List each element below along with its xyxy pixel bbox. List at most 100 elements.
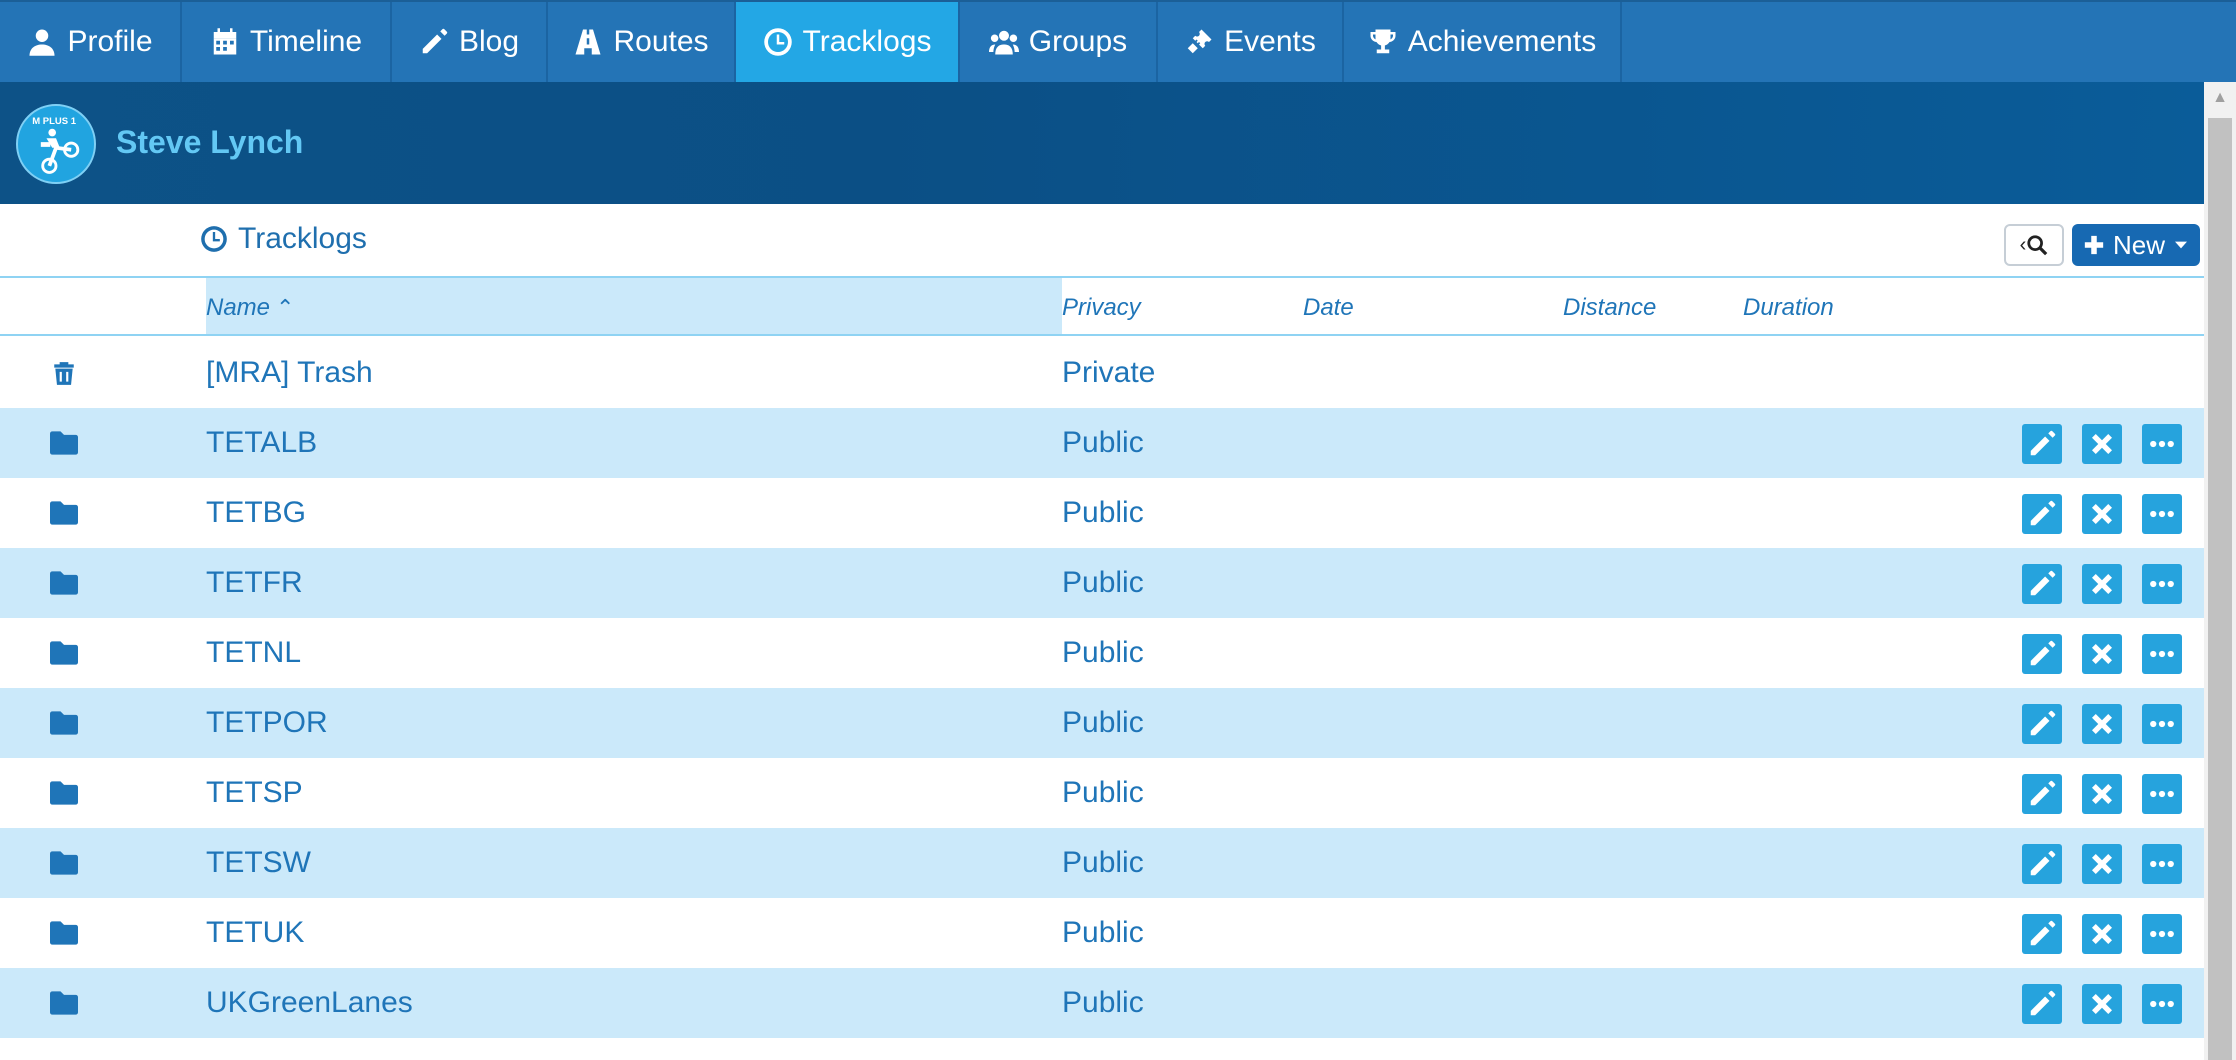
edit-icon — [2027, 499, 2057, 529]
ellipsis-icon — [2147, 429, 2177, 459]
tab-groups[interactable]: Groups — [960, 2, 1158, 82]
delete-button[interactable] — [2082, 914, 2122, 954]
column-header-privacy[interactable]: Privacy — [1062, 294, 1141, 322]
delete-button[interactable] — [2082, 844, 2122, 884]
scroll-thumb[interactable] — [2208, 118, 2232, 1060]
tracklog-privacy: Public — [1062, 916, 1144, 949]
folder-icon[interactable] — [50, 990, 78, 1016]
tracklog-name[interactable]: TETUK — [206, 916, 304, 950]
tab-routes[interactable]: Routes — [548, 2, 736, 82]
more-options-button[interactable] — [2142, 634, 2182, 674]
tracklog-name[interactable]: TETALB — [206, 426, 317, 460]
table-row[interactable]: TETBG Public — [0, 478, 2204, 548]
column-header-date[interactable]: Date — [1303, 294, 1354, 322]
folder-icon[interactable] — [50, 430, 78, 456]
folder-icon[interactable] — [50, 500, 78, 526]
edit-button[interactable] — [2022, 494, 2062, 534]
tracklog-name[interactable]: UKGreenLanes — [206, 986, 413, 1020]
ellipsis-icon — [2147, 779, 2177, 809]
delete-button[interactable] — [2082, 634, 2122, 674]
edit-button[interactable] — [2022, 984, 2062, 1024]
tab-profile[interactable]: Profile — [0, 2, 182, 82]
trash-icon[interactable] — [50, 360, 78, 386]
delete-button[interactable] — [2082, 494, 2122, 534]
tab-events[interactable]: Events — [1158, 2, 1344, 82]
folder-icon[interactable] — [50, 640, 78, 666]
edit-icon — [2027, 429, 2057, 459]
profile-name[interactable]: Steve Lynch — [116, 124, 303, 161]
tab-achievements[interactable]: Achievements — [1344, 2, 1622, 82]
tracklog-name[interactable]: TETSW — [206, 846, 311, 880]
delete-button[interactable] — [2082, 564, 2122, 604]
tracklog-privacy: Public — [1062, 496, 1144, 529]
table-row[interactable]: TETPOR Public — [0, 688, 2204, 758]
tab-blog[interactable]: Blog — [392, 2, 548, 82]
table-row[interactable]: TETUK Public — [0, 898, 2204, 968]
row-actions — [2022, 984, 2182, 1024]
table-row[interactable]: TETFR Public — [0, 548, 2204, 618]
plus-icon — [2084, 235, 2104, 255]
tracklog-name[interactable]: [MRA] Trash — [206, 356, 373, 390]
folder-icon[interactable] — [50, 570, 78, 596]
column-header-name[interactable]: Name ⌃ — [206, 294, 294, 322]
pencil-icon — [422, 28, 448, 54]
ticket-icon — [1187, 29, 1212, 54]
table-row[interactable]: TETSW Public — [0, 828, 2204, 898]
row-actions — [2022, 844, 2182, 884]
tracklog-list: [MRA] Trash Private TETALB Public TETBG Pub… — [0, 338, 2204, 1038]
tracklog-name[interactable]: TETSP — [206, 776, 303, 810]
ellipsis-icon — [2147, 849, 2177, 879]
tracklog-name[interactable]: TETFR — [206, 566, 303, 600]
more-options-button[interactable] — [2142, 704, 2182, 744]
delete-button[interactable] — [2082, 424, 2122, 464]
delete-button[interactable] — [2082, 704, 2122, 744]
table-row[interactable]: TETNL Public — [0, 618, 2204, 688]
search-icon — [2027, 235, 2048, 256]
edit-button[interactable] — [2022, 634, 2062, 674]
row-actions — [2022, 774, 2182, 814]
tracklog-name[interactable]: TETPOR — [206, 706, 328, 740]
table-row[interactable]: TETALB Public — [0, 408, 2204, 478]
row-actions — [2022, 704, 2182, 744]
folder-icon[interactable] — [50, 710, 78, 736]
more-options-button[interactable] — [2142, 424, 2182, 464]
more-options-button[interactable] — [2142, 494, 2182, 534]
folder-icon[interactable] — [50, 920, 78, 946]
close-icon — [2087, 849, 2117, 879]
sort-ascending-icon: ⌃ — [276, 295, 295, 320]
table-row[interactable]: [MRA] Trash Private — [0, 338, 2204, 408]
svg-text:M PLUS 1: M PLUS 1 — [32, 116, 77, 127]
avatar[interactable]: M PLUS 1 — [16, 104, 96, 184]
new-button[interactable]: New — [2072, 224, 2200, 266]
tab-label: Groups — [1028, 25, 1128, 58]
edit-button[interactable] — [2022, 914, 2062, 954]
edit-button[interactable] — [2022, 564, 2062, 604]
delete-button[interactable] — [2082, 774, 2122, 814]
vertical-scrollbar[interactable]: ▲ — [2204, 82, 2236, 1060]
edit-button[interactable] — [2022, 844, 2062, 884]
column-header-distance[interactable]: Distance — [1563, 294, 1656, 322]
more-options-button[interactable] — [2142, 564, 2182, 604]
scroll-up-arrow-icon[interactable]: ▲ — [2204, 82, 2236, 114]
folder-icon[interactable] — [50, 780, 78, 806]
edit-button[interactable] — [2022, 704, 2062, 744]
tab-timeline[interactable]: Timeline — [182, 2, 392, 82]
users-icon — [988, 30, 1019, 55]
more-options-button[interactable] — [2142, 984, 2182, 1024]
edit-button[interactable] — [2022, 424, 2062, 464]
tracklog-name[interactable]: TETBG — [206, 496, 306, 530]
more-options-button[interactable] — [2142, 914, 2182, 954]
edit-button[interactable] — [2022, 774, 2062, 814]
search-toggle-button[interactable]: ‹ — [2004, 224, 2064, 266]
table-row[interactable]: TETSP Public — [0, 758, 2204, 828]
table-row[interactable]: UKGreenLanes Public — [0, 968, 2204, 1038]
delete-button[interactable] — [2082, 984, 2122, 1024]
close-icon — [2087, 429, 2117, 459]
tab-tracklogs[interactable]: Tracklogs — [736, 2, 960, 82]
section-title-text: Tracklogs — [238, 222, 367, 255]
more-options-button[interactable] — [2142, 774, 2182, 814]
more-options-button[interactable] — [2142, 844, 2182, 884]
folder-icon[interactable] — [50, 850, 78, 876]
column-header-duration[interactable]: Duration — [1743, 294, 1834, 322]
tracklog-name[interactable]: TETNL — [206, 636, 301, 670]
